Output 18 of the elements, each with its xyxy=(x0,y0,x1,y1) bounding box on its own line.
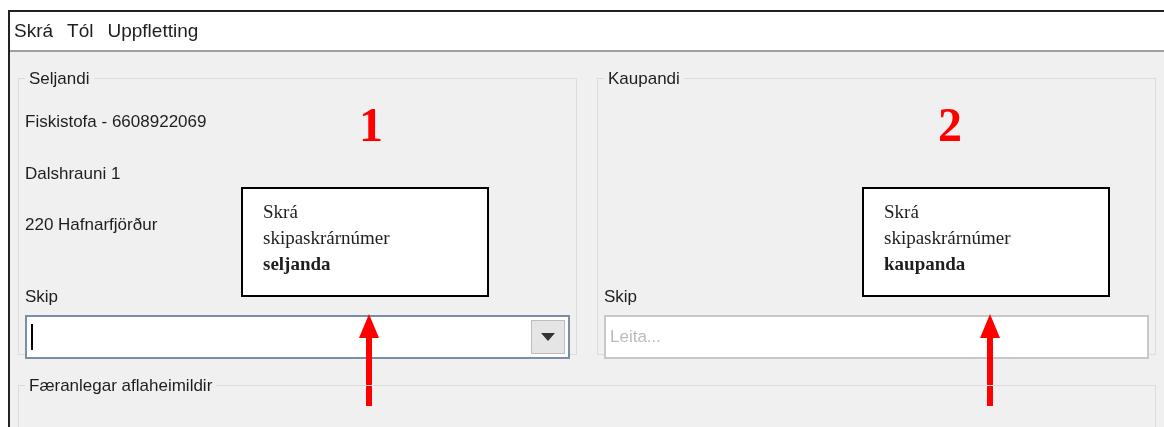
up-arrow-icon xyxy=(359,314,379,406)
menu-item[interactable]: Uppfletting xyxy=(107,16,199,46)
dropdown-button[interactable] xyxy=(531,319,565,354)
text-cursor xyxy=(31,323,33,350)
seller-info-text: Dalshrauni 1 xyxy=(25,162,121,185)
seller-info-text: 220 Hafnarfjörður xyxy=(25,214,158,236)
field-label: Skip xyxy=(604,286,638,308)
up-arrow-icon xyxy=(980,314,1000,406)
callout-box: Skrá skipaskrárnúmer kaupanda xyxy=(862,187,1110,297)
caret-icon xyxy=(541,332,555,341)
ship-search-field[interactable]: Leita... xyxy=(604,314,1149,359)
step-number: 2 xyxy=(938,101,962,149)
seller-info-text: Fiskistofa - 6608922069 xyxy=(25,111,207,133)
field-label: Skip xyxy=(25,286,59,308)
callout-box: Skrá skipaskrárnúmer seljanda xyxy=(241,187,489,297)
menu-item[interactable]: Tól xyxy=(67,16,94,46)
menu-item[interactable]: Skrá xyxy=(14,16,54,46)
step-number: 1 xyxy=(359,101,383,149)
